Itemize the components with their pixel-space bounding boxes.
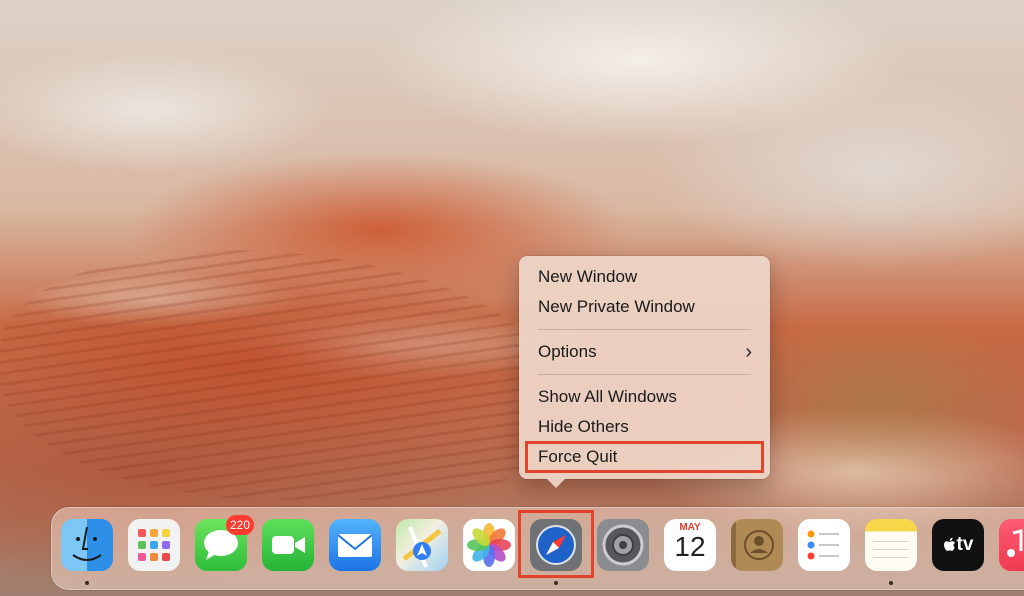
running-indicator [554, 581, 558, 585]
launchpad-icon[interactable] [128, 519, 180, 571]
menu-item-hide-others[interactable]: Hide Others [519, 412, 770, 442]
system-preferences-icon[interactable] [597, 519, 649, 571]
messages-badge: 220 [226, 515, 255, 535]
apple-tv-icon[interactable]: tv [932, 519, 984, 571]
mail-icon[interactable] [329, 519, 381, 571]
chevron-right-icon: › [745, 341, 752, 363]
menu-item-show-all-windows[interactable]: Show All Windows [519, 382, 770, 412]
safari-highlight-box [518, 510, 594, 578]
notes-icon[interactable] [865, 519, 917, 571]
force-quit-highlight-box [525, 441, 764, 473]
apple-tv-label: tv [956, 534, 974, 555]
maps-icon[interactable] [396, 519, 448, 571]
menu-separator [538, 374, 751, 375]
contacts-icon[interactable] [731, 519, 783, 571]
menu-item-new-window[interactable]: New Window [519, 262, 770, 292]
running-indicator [889, 581, 893, 585]
facetime-icon[interactable] [262, 519, 314, 571]
music-icon[interactable] [999, 519, 1024, 571]
calendar-icon[interactable]: MAY 12 [664, 519, 716, 571]
calendar-day: 12 [674, 531, 706, 562]
menu-item-options[interactable]: Options › [519, 337, 770, 367]
menu-separator [538, 329, 751, 330]
menu-item-options-label: Options [538, 342, 597, 361]
apple-logo-icon [943, 537, 955, 551]
finder-icon[interactable] [61, 519, 113, 571]
menu-item-new-private-window[interactable]: New Private Window [519, 292, 770, 322]
running-indicator [85, 581, 89, 585]
reminders-icon[interactable] [798, 519, 850, 571]
photos-icon[interactable] [463, 519, 515, 571]
menu-pointer-arrow [546, 478, 566, 488]
